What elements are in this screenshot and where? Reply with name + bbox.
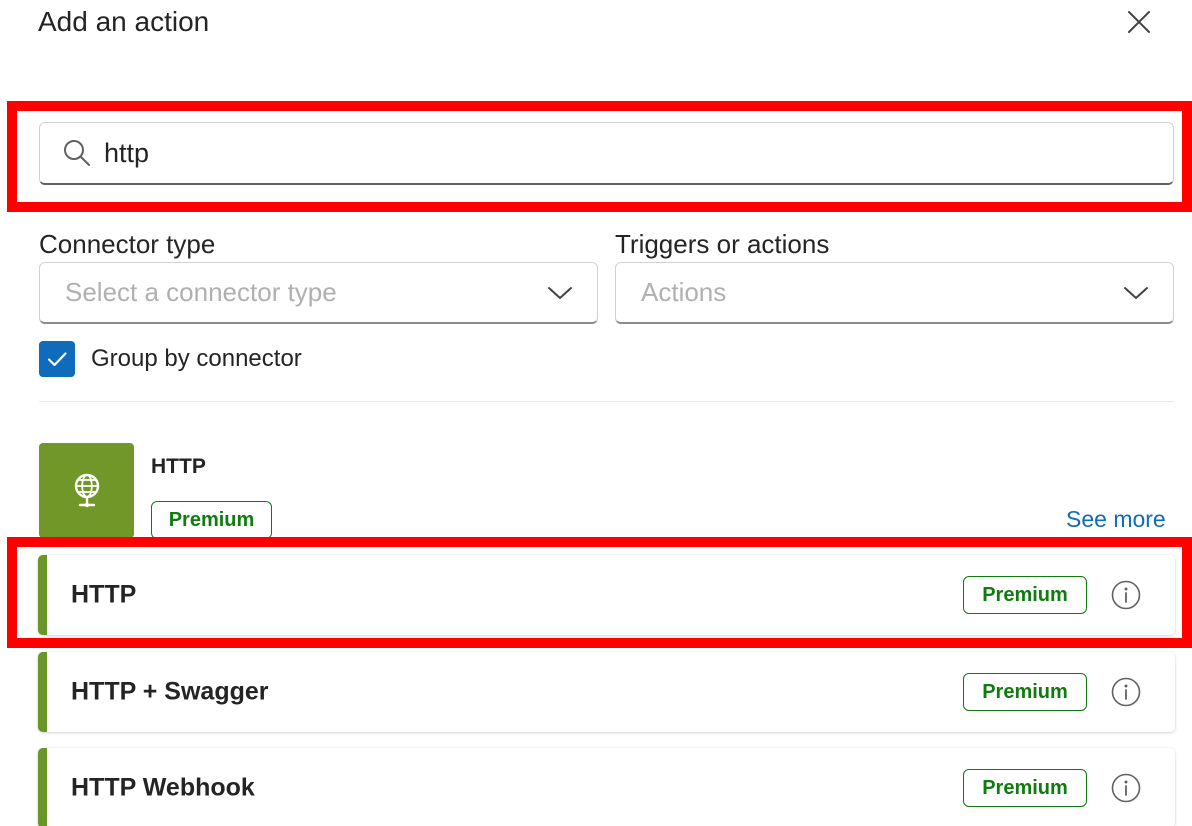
premium-badge: Premium bbox=[963, 769, 1087, 807]
action-label: HTTP + Swagger bbox=[71, 677, 269, 706]
group-by-label: Group by connector bbox=[91, 345, 302, 372]
chevron-down-icon bbox=[545, 278, 575, 308]
action-item-http-swagger[interactable]: HTTP + Swagger Premium bbox=[38, 652, 1175, 732]
info-icon[interactable] bbox=[1109, 675, 1143, 709]
connector-type-label: Connector type bbox=[39, 229, 216, 259]
action-item-http[interactable]: HTTP Premium bbox=[38, 555, 1175, 635]
search-input[interactable] bbox=[102, 136, 1106, 170]
close-button[interactable] bbox=[1122, 5, 1156, 39]
group-by-checkbox[interactable] bbox=[39, 341, 75, 377]
search-box[interactable] bbox=[39, 122, 1174, 185]
premium-badge: Premium bbox=[963, 576, 1087, 614]
globe-icon bbox=[74, 473, 99, 507]
triggers-actions-value: Actions bbox=[641, 277, 727, 307]
info-icon[interactable] bbox=[1109, 771, 1143, 805]
close-icon bbox=[1128, 11, 1150, 33]
connector-name: HTTP bbox=[151, 455, 206, 478]
see-more-link[interactable]: See more bbox=[1066, 506, 1166, 533]
info-icon[interactable] bbox=[1109, 578, 1143, 612]
premium-badge: Premium bbox=[151, 501, 272, 539]
triggers-actions-label: Triggers or actions bbox=[615, 229, 830, 259]
triggers-actions-dropdown[interactable]: Actions bbox=[615, 262, 1174, 324]
add-action-panel: Add an action Connector type Select a co… bbox=[0, 0, 1192, 826]
action-label: HTTP bbox=[71, 580, 137, 609]
checkmark-icon bbox=[47, 352, 67, 367]
action-label: HTTP Webhook bbox=[71, 773, 255, 802]
action-item-http-webhook[interactable]: HTTP Webhook Premium bbox=[38, 748, 1175, 826]
group-by-connector-toggle[interactable]: Group by connector bbox=[39, 341, 302, 377]
premium-badge: Premium bbox=[963, 673, 1087, 711]
search-icon bbox=[62, 138, 92, 168]
connector-type-dropdown[interactable]: Select a connector type bbox=[39, 262, 598, 324]
http-connector-icon bbox=[39, 443, 134, 538]
connector-type-placeholder: Select a connector type bbox=[65, 277, 337, 307]
divider bbox=[39, 401, 1174, 402]
dialog-title: Add an action bbox=[38, 6, 210, 37]
chevron-down-icon bbox=[1121, 278, 1151, 308]
